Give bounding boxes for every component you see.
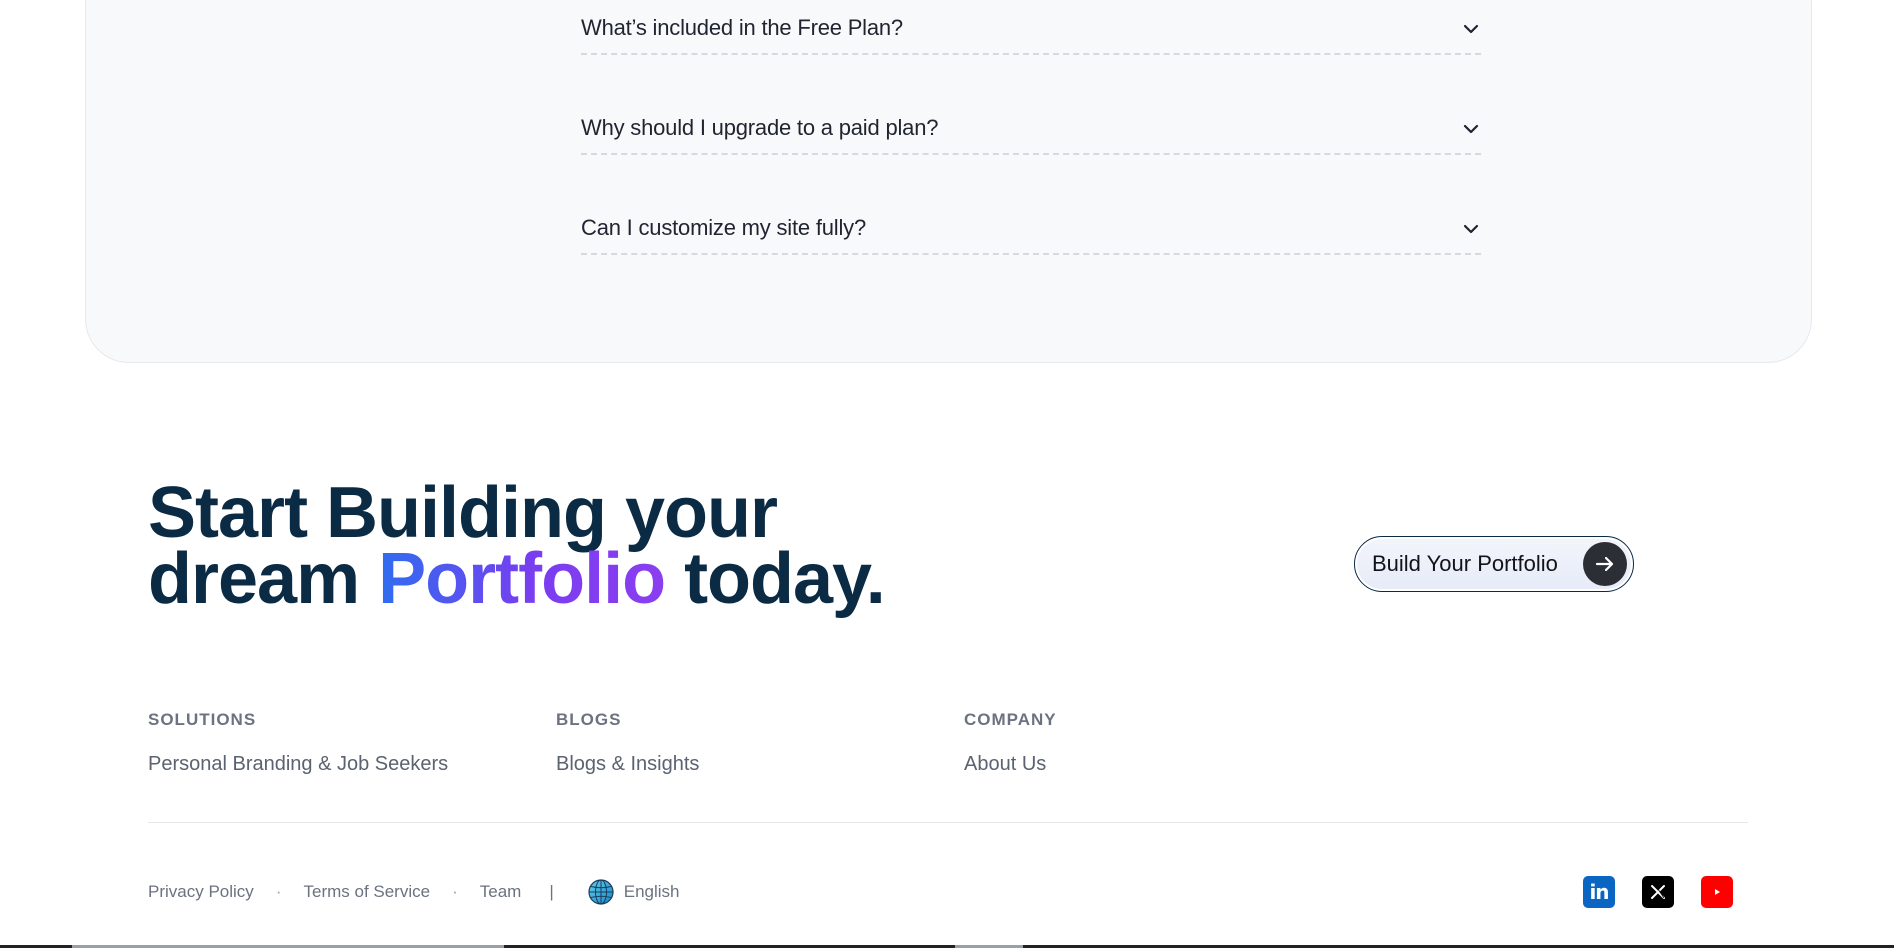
- cta-heading-start: dream: [148, 539, 379, 619]
- globe-icon[interactable]: [588, 879, 614, 905]
- chevron-down-icon[interactable]: [1461, 19, 1481, 39]
- arrow-right-icon: [1583, 542, 1627, 586]
- terms-of-service-link[interactable]: Terms of Service: [303, 882, 430, 902]
- faq-divider: [581, 253, 1481, 255]
- footer-divider: [148, 822, 1748, 823]
- faq-divider: [581, 153, 1481, 155]
- cta-heading: Start Building your dream Portfolio toda…: [148, 473, 886, 615]
- footer-link-about-us[interactable]: About Us: [964, 753, 1057, 776]
- separator-dot: ·: [275, 882, 282, 901]
- cta-heading-line1: Start Building your: [148, 473, 778, 553]
- linkedin-glyph: in: [1589, 880, 1609, 904]
- faq-item[interactable]: What’s included in the Free Plan?: [581, 15, 1481, 115]
- chevron-down-icon[interactable]: [1461, 219, 1481, 239]
- separator-dot: ·: [452, 882, 458, 901]
- cta-heading-end: today.: [665, 539, 886, 619]
- cta-heading-line2: dream Portfolio today.: [148, 543, 886, 615]
- faq-question: Why should I upgrade to a paid plan?: [581, 115, 939, 140]
- footer-column-heading: COMPANY: [964, 710, 1057, 729]
- faq-question: What’s included in the Free Plan?: [581, 15, 903, 40]
- footer-column-company: COMPANY About Us: [964, 710, 1057, 776]
- chevron-down-icon[interactable]: [1461, 119, 1481, 139]
- faq-divider: [581, 53, 1481, 55]
- x-icon[interactable]: [1642, 876, 1674, 908]
- footer-column-heading: SOLUTIONS: [148, 710, 257, 729]
- privacy-policy-link[interactable]: Privacy Policy: [148, 882, 254, 902]
- footer-column-solutions: SOLUTIONS Personal Branding & Job Seeker…: [148, 710, 448, 776]
- faq-card: What’s included in the Free Plan? Why sh…: [85, 0, 1812, 363]
- build-portfolio-button-label: Build Your Portfolio: [1372, 551, 1558, 576]
- faq-item[interactable]: Why should I upgrade to a paid plan?: [581, 115, 1481, 215]
- faq-item[interactable]: Can I customize my site fully?: [581, 215, 1481, 315]
- faq-question: Can I customize my site fully?: [581, 215, 866, 240]
- language-selector[interactable]: English: [624, 882, 680, 902]
- footer-link-blogs[interactable]: Blogs & Insights: [556, 753, 699, 776]
- footer-link-personal-branding[interactable]: Personal Branding & Job Seekers: [148, 753, 448, 776]
- footer-column-blogs: BLOGS Blogs & Insights: [556, 710, 699, 776]
- youtube-icon[interactable]: [1701, 876, 1733, 908]
- footer-column-heading: BLOGS: [556, 710, 622, 729]
- cta-heading-highlight: Portfolio: [378, 539, 666, 619]
- build-portfolio-button[interactable]: Build Your Portfolio: [1354, 536, 1634, 592]
- separator-pipe: |: [549, 882, 554, 901]
- footer-bottom-bar: Privacy Policy · Terms of Service · Team…: [148, 879, 680, 905]
- linkedin-icon[interactable]: in: [1583, 876, 1615, 908]
- team-link[interactable]: Team: [480, 882, 522, 902]
